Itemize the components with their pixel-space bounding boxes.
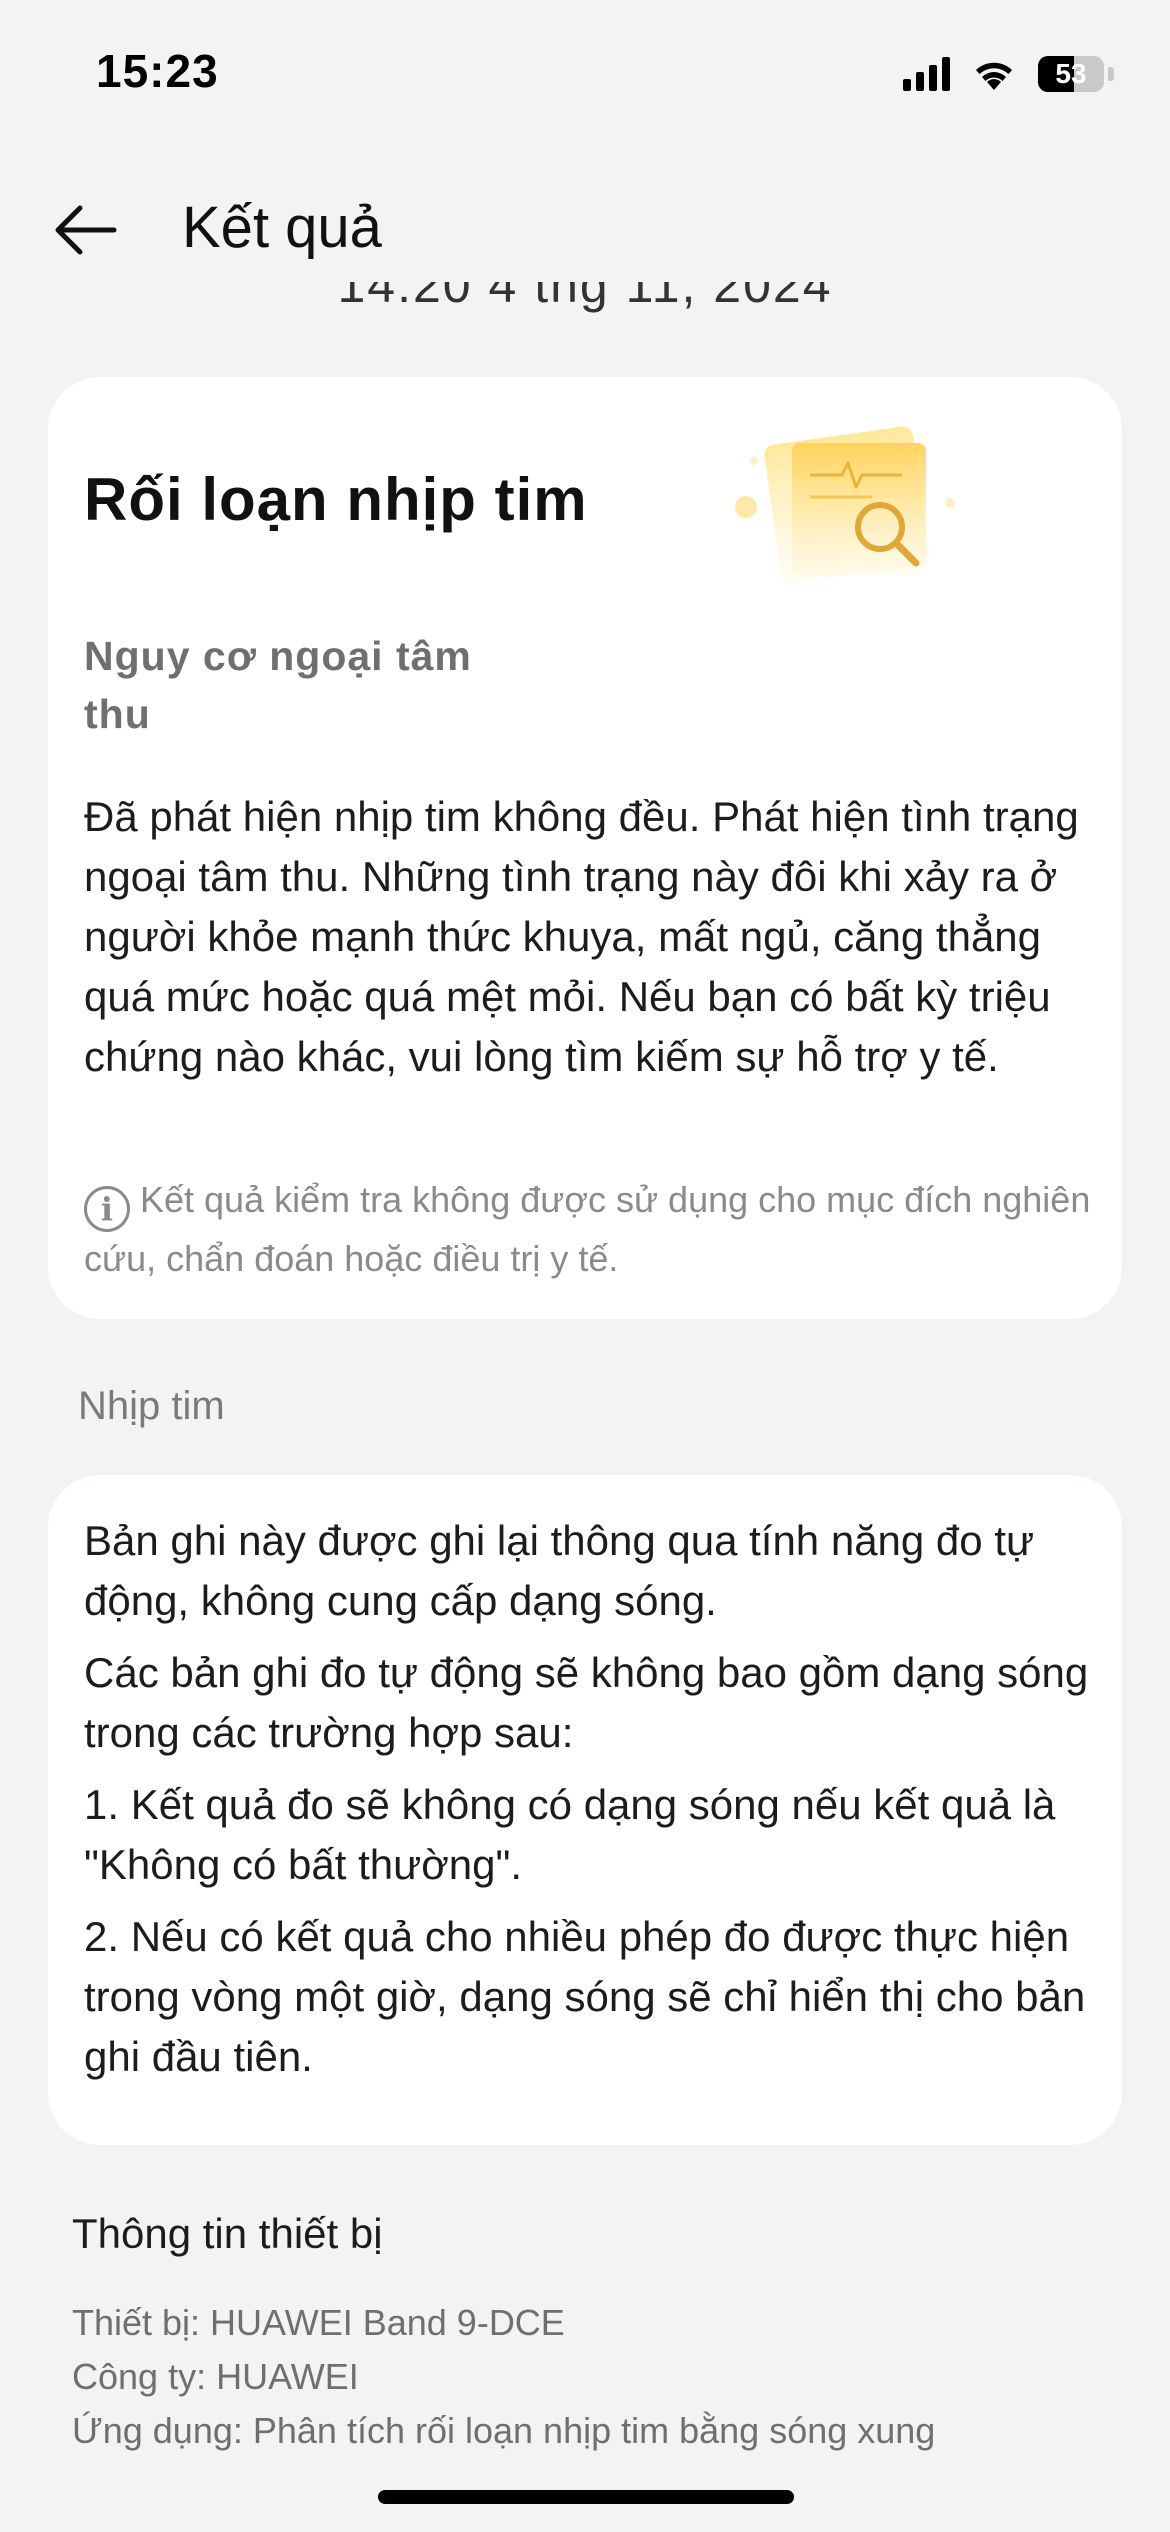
back-button[interactable] bbox=[50, 195, 120, 265]
status-icons: 53 bbox=[903, 52, 1114, 96]
status-time: 15:23 bbox=[96, 45, 219, 97]
disclaimer: i Kết quả kiểm tra không được sử dụng cho… bbox=[84, 1173, 1094, 1286]
heart-rate-note: 1. Kết quả đo sẽ không có dạng sóng nếu … bbox=[84, 1781, 1056, 1888]
page-title: Kết quả bbox=[182, 195, 382, 260]
heart-rate-note: Các bản ghi đo tự động sẽ không bao gồm … bbox=[84, 1649, 1089, 1756]
scrolled-date-text: 14:20 4 thg 11, 2024 bbox=[337, 282, 833, 313]
device-info-device: Thiết bị: HUAWEI Band 9-DCE bbox=[72, 2302, 565, 2343]
heart-rate-note: Bản ghi này được ghi lại thông qua tính … bbox=[84, 1517, 1035, 1624]
device-info-title: Thông tin thiết bị bbox=[72, 2210, 383, 2257]
wifi-icon bbox=[976, 62, 1012, 90]
heart-rate-card: Bản ghi này được ghi lại thông qua tính … bbox=[48, 1475, 1122, 2145]
report-search-icon bbox=[735, 426, 955, 584]
app-header: Kết quả bbox=[0, 180, 1170, 280]
battery-icon: 53 bbox=[1038, 56, 1104, 92]
device-info-company: Công ty: HUAWEI bbox=[72, 2356, 359, 2397]
signal-icon bbox=[903, 57, 950, 91]
heart-rate-note: 2. Nếu có kết quả cho nhiều phép đo được… bbox=[84, 1913, 1086, 2080]
result-description: Đã phát hiện nhịp tim không đều. Phát hi… bbox=[84, 793, 1079, 1080]
status-bar: 15:23 53 bbox=[0, 0, 1170, 150]
disclaimer-text: Kết quả kiểm tra không được sử dụng cho … bbox=[84, 1179, 1091, 1279]
result-subtitle: Nguy cơ ngoại tâm thu bbox=[84, 633, 472, 737]
device-info-list: Thiết bị: HUAWEI Band 9-DCE Công ty: HUA… bbox=[72, 2296, 935, 2458]
heart-rate-section-label: Nhịp tim bbox=[78, 1384, 225, 1428]
result-title: Rối loạn nhịp tim bbox=[84, 466, 588, 533]
battery-tip bbox=[1108, 67, 1114, 81]
arrow-left-icon bbox=[55, 205, 117, 255]
scrolled-date: 14:20 4 thg 11, 2024 bbox=[0, 282, 1170, 328]
device-info-app: Ứng dụng: Phân tích rối loạn nhịp tim bằ… bbox=[72, 2410, 936, 2451]
result-card: Rối loạn nhịp tim Nguy cơ ngoại tâm thu … bbox=[48, 377, 1122, 1319]
info-icon: i bbox=[84, 1186, 130, 1232]
battery-percentage: 53 bbox=[1055, 58, 1087, 89]
heart-rate-notes: Bản ghi này được ghi lại thông qua tính … bbox=[84, 1511, 1094, 2099]
home-indicator[interactable] bbox=[378, 2490, 794, 2504]
